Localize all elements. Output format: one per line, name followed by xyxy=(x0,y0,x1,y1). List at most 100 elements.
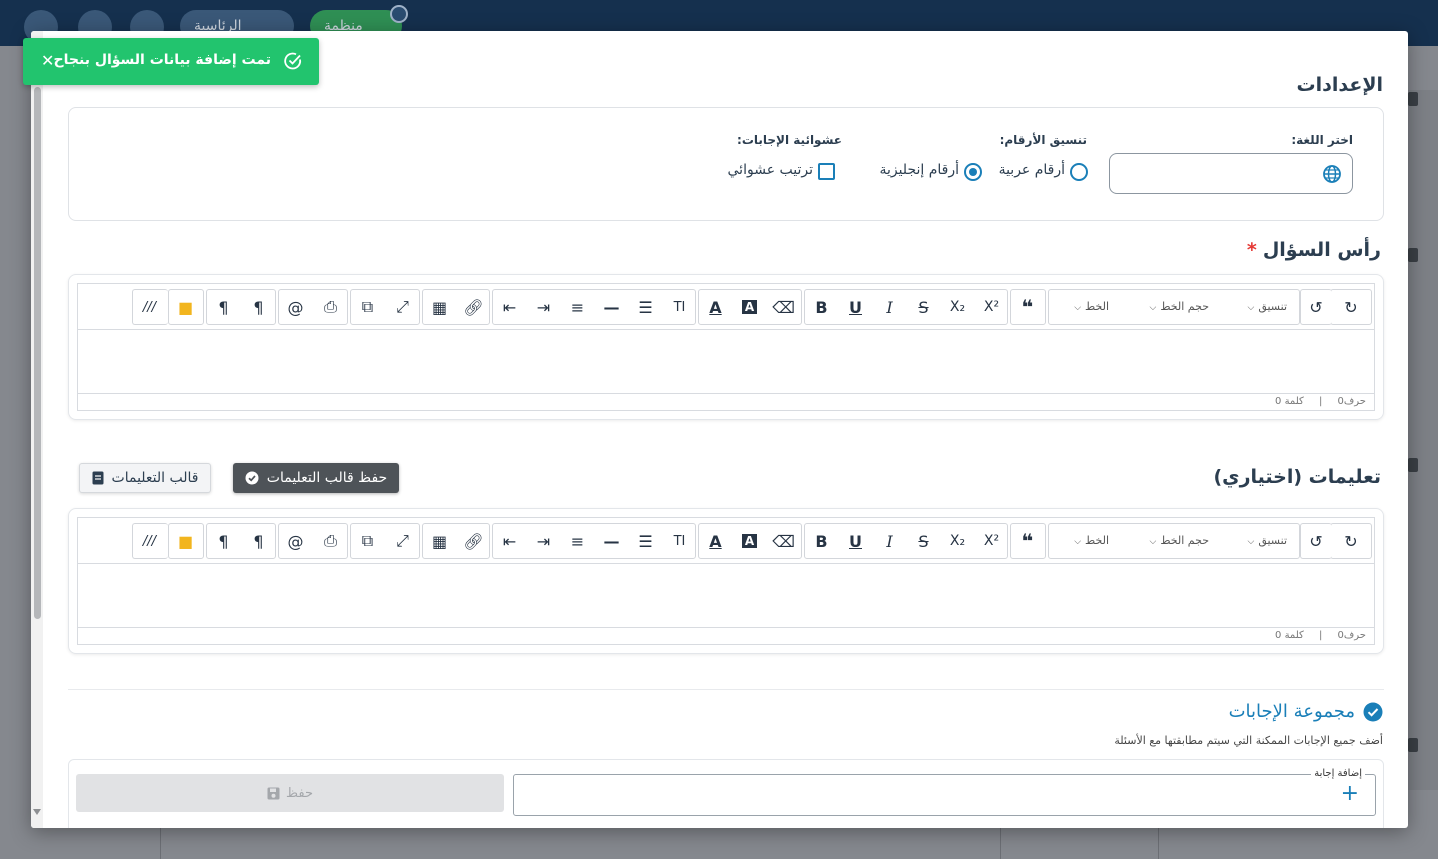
strikethrough-icon[interactable]: S xyxy=(907,524,940,558)
table-icon[interactable]: ▦ xyxy=(423,290,456,324)
eraser-icon[interactable]: ⌫ xyxy=(767,524,800,558)
eraser-icon[interactable]: ⌫ xyxy=(767,290,800,324)
indent-icon[interactable]: ⇥ xyxy=(527,524,560,558)
answers-title-text: مجموعة الإجابات xyxy=(1228,701,1355,722)
underline-icon[interactable]: U xyxy=(839,290,872,324)
scrollbar[interactable] xyxy=(31,31,43,828)
save-answer-label: حفظ xyxy=(286,785,313,801)
instructions-template-button[interactable]: قالب التعليمات xyxy=(79,463,211,493)
outdent-icon[interactable]: ⇤ xyxy=(493,290,526,324)
bold-icon[interactable]: B xyxy=(805,290,838,324)
required-mark: * xyxy=(1246,239,1257,261)
font-select[interactable]: الخط⌵ xyxy=(1054,290,1109,324)
underline-icon[interactable]: U xyxy=(839,524,872,558)
instructions-editor-body[interactable] xyxy=(78,564,1374,628)
status-separator: | xyxy=(1318,396,1323,407)
highlight-color-icon[interactable]: A xyxy=(733,290,766,324)
line-height-icon[interactable]: TI xyxy=(663,290,696,324)
ltr-icon[interactable]: ¶ xyxy=(207,290,240,324)
scroll-down-arrow[interactable] xyxy=(33,809,41,815)
question-head-editor-body[interactable] xyxy=(78,330,1374,394)
status-dot xyxy=(390,5,408,23)
toolbar-group-source: /// xyxy=(132,523,168,559)
plus-icon[interactable]: + xyxy=(1341,783,1359,805)
add-answer-input[interactable]: إضافة إجابة + xyxy=(513,768,1376,816)
align-icon[interactable]: ≡ xyxy=(561,524,594,558)
format-select[interactable]: تنسيق⌵ xyxy=(1217,524,1287,558)
font-select[interactable]: الخط⌵ xyxy=(1054,524,1109,558)
question-head-editor: ↻ ↺ تنسيق⌵ حجم الخط⌵ الخط⌵ ❝ X² X₂ S I U… xyxy=(77,283,1375,411)
folder-icon[interactable]: ■ xyxy=(169,290,202,324)
link-icon[interactable]: 🔗︎ xyxy=(457,290,490,324)
chevron-down-icon: ⌵ xyxy=(1149,303,1157,313)
redo-icon[interactable]: ↻ xyxy=(1331,524,1371,558)
text-color-icon[interactable]: A xyxy=(699,290,732,324)
link-icon[interactable]: 🔗︎ xyxy=(457,524,490,558)
font-size-select[interactable]: حجم الخط⌵ xyxy=(1129,524,1210,558)
table-icon[interactable]: ▦ xyxy=(423,524,456,558)
instructions-editor: ↻ ↺ تنسيق⌵ حجم الخط⌵ الخط⌵ ❝ X² X₂ S I U… xyxy=(77,517,1375,645)
english-numbers-label[interactable]: أرقام إنجليزية xyxy=(879,162,959,178)
subscript-icon[interactable]: X₂ xyxy=(941,290,974,324)
show-blocks-icon[interactable]: ⧉ xyxy=(351,290,384,324)
superscript-icon[interactable]: X² xyxy=(975,290,1008,324)
bold-icon[interactable]: B xyxy=(805,524,838,558)
special-char-icon[interactable]: @ xyxy=(279,524,312,558)
format-select[interactable]: تنسيق⌵ xyxy=(1217,290,1287,324)
section-divider xyxy=(68,689,1384,690)
random-order-label[interactable]: ترتيب عشوائي xyxy=(728,162,813,178)
chevron-down-icon: ⌵ xyxy=(1074,537,1082,547)
folder-icon[interactable]: ■ xyxy=(169,524,202,558)
fullscreen-icon[interactable]: ⤢ xyxy=(386,290,419,324)
close-icon[interactable]: ✕ xyxy=(41,51,54,70)
superscript-icon[interactable]: X² xyxy=(975,524,1008,558)
toolbar-group-colors: ⌫ A A xyxy=(698,523,802,559)
show-blocks-icon[interactable]: ⧉ xyxy=(351,524,384,558)
ordered-list-icon[interactable]: ☰ xyxy=(629,524,662,558)
horizontal-rule-icon[interactable]: — xyxy=(595,290,628,324)
toast-message: تمت إضافة بيانات السؤال بنجاح xyxy=(53,52,271,68)
horizontal-rule-icon[interactable]: — xyxy=(595,524,628,558)
text-color-icon[interactable]: A xyxy=(699,524,732,558)
font-size-select[interactable]: حجم الخط⌵ xyxy=(1129,290,1210,324)
highlight-color-icon[interactable]: A xyxy=(733,524,766,558)
arabic-numbers-label[interactable]: أرقام عربية xyxy=(999,162,1065,178)
line-height-icon[interactable]: TI xyxy=(663,524,696,558)
side-icon xyxy=(1408,738,1418,752)
subscript-icon[interactable]: X₂ xyxy=(941,524,974,558)
save-answer-button[interactable]: حفظ xyxy=(76,774,504,812)
strikethrough-icon[interactable]: S xyxy=(907,290,940,324)
align-icon[interactable]: ≡ xyxy=(561,290,594,324)
blockquote-icon[interactable]: ❝ xyxy=(1011,290,1044,324)
toolbar-group-quote: ❝ xyxy=(1010,289,1046,325)
instructions-editor-wrap: ↻ ↺ تنسيق⌵ حجم الخط⌵ الخط⌵ ❝ X² X₂ S I U… xyxy=(68,508,1384,654)
blockquote-icon[interactable]: ❝ xyxy=(1011,524,1044,558)
language-select[interactable] xyxy=(1109,153,1353,194)
italic-icon[interactable]: I xyxy=(873,524,906,558)
print-icon[interactable]: ⎙ xyxy=(314,524,347,558)
font-select-label: الخط xyxy=(1085,534,1109,547)
redo-icon[interactable]: ↻ xyxy=(1331,290,1371,324)
outdent-icon[interactable]: ⇤ xyxy=(493,524,526,558)
rtl-icon[interactable]: ¶ xyxy=(242,524,275,558)
undo-icon[interactable]: ↺ xyxy=(1301,290,1331,324)
radio-arabic-numbers[interactable] xyxy=(1070,163,1088,181)
random-order-checkbox[interactable] xyxy=(818,163,835,180)
source-code-icon[interactable]: /// xyxy=(133,290,166,324)
indent-icon[interactable]: ⇥ xyxy=(527,290,560,324)
italic-icon[interactable]: I xyxy=(873,290,906,324)
scrollbar-thumb[interactable] xyxy=(34,87,41,619)
toolbar-group-undo: ↺ xyxy=(1300,289,1332,325)
special-char-icon[interactable]: @ xyxy=(279,290,312,324)
rtl-icon[interactable]: ¶ xyxy=(242,290,275,324)
word-count: كلمة 0 xyxy=(1275,630,1304,641)
source-code-icon[interactable]: /// xyxy=(133,524,166,558)
ordered-list-icon[interactable]: ☰ xyxy=(629,290,662,324)
ltr-icon[interactable]: ¶ xyxy=(207,524,240,558)
print-icon[interactable]: ⎙ xyxy=(314,290,347,324)
radio-english-numbers[interactable] xyxy=(964,163,982,181)
undo-icon[interactable]: ↺ xyxy=(1301,524,1331,558)
toolbar-group-misc: ⎙ @ xyxy=(278,289,348,325)
fullscreen-icon[interactable]: ⤢ xyxy=(386,524,419,558)
save-instructions-template-button[interactable]: حفظ قالب التعليمات xyxy=(233,463,399,493)
